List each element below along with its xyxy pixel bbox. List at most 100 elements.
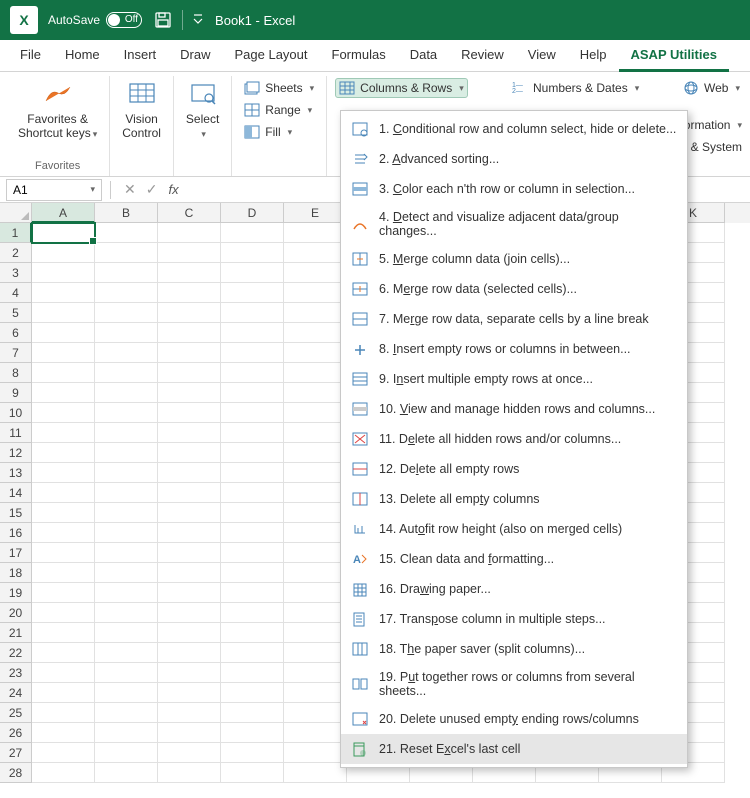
cell[interactable] xyxy=(221,283,284,303)
cell[interactable] xyxy=(95,663,158,683)
cell[interactable] xyxy=(221,723,284,743)
cell[interactable] xyxy=(32,423,95,443)
cell[interactable] xyxy=(158,463,221,483)
cell[interactable] xyxy=(284,543,347,563)
menu-item-14[interactable]: 14. Autofit row height (also on merged c… xyxy=(341,514,687,544)
row-header[interactable]: 8 xyxy=(0,363,32,383)
cell[interactable] xyxy=(158,543,221,563)
row-header[interactable]: 6 xyxy=(0,323,32,343)
cell[interactable] xyxy=(221,263,284,283)
cell[interactable] xyxy=(221,503,284,523)
chevron-down-icon[interactable]: ▾ xyxy=(90,184,95,195)
cell[interactable] xyxy=(95,563,158,583)
cell[interactable] xyxy=(221,483,284,503)
cell[interactable] xyxy=(32,623,95,643)
cell[interactable] xyxy=(158,403,221,423)
row-header[interactable]: 1 xyxy=(0,223,32,243)
cell[interactable] xyxy=(284,343,347,363)
cell[interactable] xyxy=(284,223,347,243)
row-header[interactable]: 26 xyxy=(0,723,32,743)
cell[interactable] xyxy=(95,243,158,263)
cell[interactable] xyxy=(221,303,284,323)
cell[interactable] xyxy=(284,663,347,683)
cell[interactable] xyxy=(32,683,95,703)
row-header[interactable]: 16 xyxy=(0,523,32,543)
cell[interactable] xyxy=(158,443,221,463)
tab-asap-utilities[interactable]: ASAP Utilities xyxy=(619,40,729,72)
tab-home[interactable]: Home xyxy=(53,40,112,72)
cell[interactable] xyxy=(32,403,95,423)
fx-icon[interactable]: fx xyxy=(162,182,184,197)
cell[interactable] xyxy=(32,563,95,583)
menu-item-12[interactable]: 12. Delete all empty rows xyxy=(341,454,687,484)
cell[interactable] xyxy=(95,743,158,763)
cell[interactable] xyxy=(284,463,347,483)
cell[interactable] xyxy=(95,363,158,383)
cell[interactable] xyxy=(158,523,221,543)
save-icon[interactable] xyxy=(152,9,174,31)
cell[interactable] xyxy=(284,383,347,403)
cell[interactable] xyxy=(158,383,221,403)
cell[interactable] xyxy=(95,323,158,343)
tab-page-layout[interactable]: Page Layout xyxy=(223,40,320,72)
cell[interactable] xyxy=(95,583,158,603)
select-all-corner[interactable] xyxy=(0,203,32,223)
row-header[interactable]: 23 xyxy=(0,663,32,683)
cell[interactable] xyxy=(32,583,95,603)
cell[interactable] xyxy=(221,743,284,763)
cell[interactable] xyxy=(284,683,347,703)
cell[interactable] xyxy=(221,243,284,263)
cell[interactable] xyxy=(221,343,284,363)
menu-item-15[interactable]: A15. Clean data and formatting... xyxy=(341,544,687,574)
menu-item-10[interactable]: 10. View and manage hidden rows and colu… xyxy=(341,394,687,424)
cell[interactable] xyxy=(158,323,221,343)
cell[interactable] xyxy=(221,683,284,703)
cell[interactable] xyxy=(284,323,347,343)
menu-item-3[interactable]: 3. Color each n'th row or column in sele… xyxy=(341,174,687,204)
row-header[interactable]: 4 xyxy=(0,283,32,303)
row-header[interactable]: 17 xyxy=(0,543,32,563)
cell[interactable] xyxy=(221,363,284,383)
row-header[interactable]: 24 xyxy=(0,683,32,703)
row-header[interactable]: 2 xyxy=(0,243,32,263)
cell[interactable] xyxy=(158,503,221,523)
cell[interactable] xyxy=(32,303,95,323)
cell[interactable] xyxy=(95,683,158,703)
cell[interactable] xyxy=(95,263,158,283)
menu-item-21[interactable]: 21. Reset Excel's last cell xyxy=(341,734,687,764)
numbers-dates-button[interactable]: 1—2— Numbers & Dates▾ xyxy=(508,78,643,98)
cell[interactable] xyxy=(32,743,95,763)
cell[interactable] xyxy=(284,603,347,623)
cell[interactable] xyxy=(221,583,284,603)
cell[interactable] xyxy=(32,723,95,743)
cell[interactable] xyxy=(158,603,221,623)
cell[interactable] xyxy=(95,283,158,303)
cell[interactable] xyxy=(221,463,284,483)
row-header[interactable]: 18 xyxy=(0,563,32,583)
row-header[interactable]: 27 xyxy=(0,743,32,763)
cell[interactable] xyxy=(158,623,221,643)
cell[interactable] xyxy=(95,723,158,743)
cell[interactable] xyxy=(221,563,284,583)
cell[interactable] xyxy=(95,463,158,483)
cell[interactable] xyxy=(32,363,95,383)
cell[interactable] xyxy=(32,503,95,523)
cell[interactable] xyxy=(95,603,158,623)
columns-rows-button[interactable]: Columns & Rows▾ xyxy=(335,78,468,98)
cell[interactable] xyxy=(284,403,347,423)
cell[interactable] xyxy=(158,243,221,263)
cell[interactable] xyxy=(284,643,347,663)
cell[interactable] xyxy=(95,223,158,243)
cell[interactable] xyxy=(95,443,158,463)
cell[interactable] xyxy=(32,323,95,343)
cell[interactable] xyxy=(158,663,221,683)
cell[interactable] xyxy=(158,583,221,603)
cell[interactable] xyxy=(32,663,95,683)
cell[interactable] xyxy=(221,443,284,463)
cell[interactable] xyxy=(95,703,158,723)
cell[interactable] xyxy=(221,403,284,423)
row-header[interactable]: 12 xyxy=(0,443,32,463)
menu-item-17[interactable]: 17. Transpose column in multiple steps..… xyxy=(341,604,687,634)
column-header[interactable]: D xyxy=(221,203,284,223)
cell[interactable] xyxy=(32,383,95,403)
